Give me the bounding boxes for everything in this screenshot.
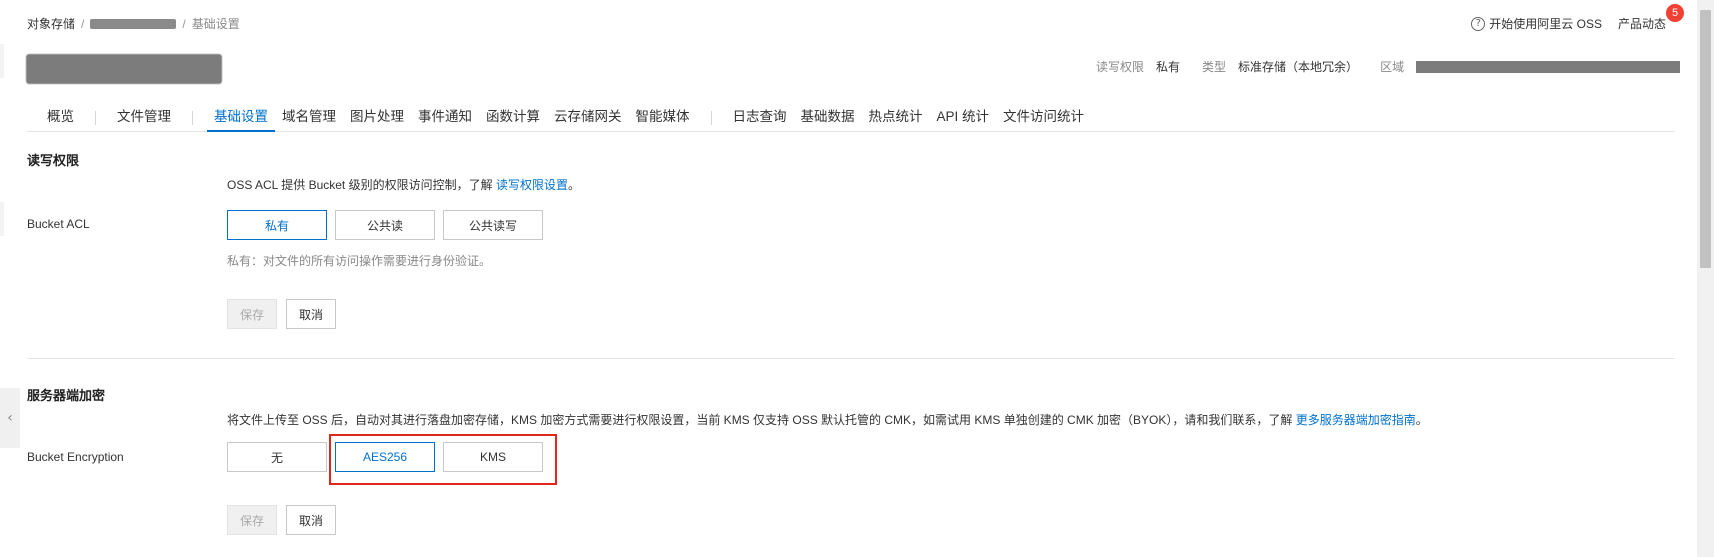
notification-badge: 5 bbox=[1666, 4, 1684, 22]
left-edge-marker bbox=[0, 44, 4, 78]
section-divider bbox=[27, 358, 1675, 359]
region-meta-value-redacted bbox=[1416, 60, 1681, 73]
bucket-meta: 读写权限 私有 类型 标准存储（本地冗余） 区域 bbox=[1096, 58, 1681, 75]
encryption-description: 将文件上传至 OSS 后，自动对其进行落盘加密存储，KMS 加密方式需要进行权限… bbox=[227, 411, 1428, 428]
encryption-section-title: 服务器端加密 bbox=[27, 388, 106, 403]
breadcrumb: 对象存储 / / 基础设置 bbox=[27, 15, 240, 32]
breadcrumb-separator: / bbox=[81, 16, 85, 31]
acl-actions: 保存 取消 bbox=[227, 299, 336, 329]
tab-divider bbox=[95, 111, 96, 125]
tab-file-management[interactable]: 文件管理 bbox=[110, 106, 178, 132]
top-links: ? 开始使用阿里云 OSS 产品动态 5 bbox=[1471, 4, 1684, 32]
tab-basic-settings[interactable]: 基础设置 bbox=[207, 106, 275, 132]
tab-function-compute[interactable]: 函数计算 bbox=[479, 106, 547, 132]
tab-storage-gateway[interactable]: 云存储网关 bbox=[547, 106, 629, 132]
acl-section-title: 读写权限 bbox=[27, 153, 80, 168]
encryption-option-none[interactable]: 无 bbox=[227, 442, 327, 472]
encryption-description-text: 将文件上传至 OSS 后，自动对其进行落盘加密存储，KMS 加密方式需要进行权限… bbox=[227, 413, 1296, 427]
encryption-actions: 保存 取消 bbox=[227, 505, 336, 535]
bucket-name-redacted bbox=[26, 54, 222, 84]
breadcrumb-separator: / bbox=[182, 16, 186, 31]
annotation-highlight-box bbox=[329, 434, 557, 485]
acl-description-suffix: 。 bbox=[567, 178, 580, 192]
acl-option-private[interactable]: 私有 bbox=[227, 210, 327, 240]
scrollbar-thumb[interactable] bbox=[1700, 10, 1711, 268]
acl-settings-link[interactable]: 读写权限设置 bbox=[496, 178, 568, 192]
chevron-left-icon: ‹ bbox=[7, 410, 13, 426]
help-icon: ? bbox=[1471, 16, 1486, 31]
getting-started-label: 开始使用阿里云 OSS bbox=[1489, 17, 1602, 31]
tab-overview[interactable]: 概览 bbox=[40, 106, 81, 132]
left-edge-marker bbox=[0, 202, 4, 236]
getting-started-link[interactable]: ? 开始使用阿里云 OSS bbox=[1471, 15, 1602, 32]
tab-domain-management[interactable]: 域名管理 bbox=[275, 106, 343, 132]
product-news-link[interactable]: 产品动态 5 bbox=[1617, 4, 1684, 32]
acl-meta-value: 私有 bbox=[1156, 60, 1181, 74]
tab-event-notification[interactable]: 事件通知 bbox=[411, 106, 479, 132]
bucket-acl-options: 私有 公共读 公共读写 bbox=[227, 210, 543, 240]
tab-log-query[interactable]: 日志查询 bbox=[726, 106, 794, 132]
bucket-tabs: 概览 文件管理 基础设置 域名管理 图片处理 事件通知 函数计算 云存储网关 智… bbox=[27, 106, 1675, 132]
tab-file-access-stats[interactable]: 文件访问统计 bbox=[996, 106, 1091, 132]
encryption-save-button[interactable]: 保存 bbox=[227, 505, 277, 535]
type-meta-label: 类型 bbox=[1202, 60, 1227, 74]
acl-cancel-button[interactable]: 取消 bbox=[286, 299, 336, 329]
acl-meta-label: 读写权限 bbox=[1096, 60, 1145, 74]
tab-basic-data[interactable]: 基础数据 bbox=[794, 106, 862, 132]
product-news-label: 产品动态 bbox=[1617, 17, 1666, 31]
acl-save-button[interactable]: 保存 bbox=[227, 299, 277, 329]
tab-intelligent-media[interactable]: 智能媒体 bbox=[629, 106, 697, 132]
sidebar-collapse-handle[interactable]: ‹ bbox=[0, 388, 20, 448]
bucket-encryption-label: Bucket Encryption bbox=[27, 450, 124, 464]
acl-option-public-read[interactable]: 公共读 bbox=[335, 210, 435, 240]
region-meta-label: 区域 bbox=[1380, 60, 1405, 74]
tab-api-stats[interactable]: API 统计 bbox=[930, 106, 997, 132]
encryption-cancel-button[interactable]: 取消 bbox=[286, 505, 336, 535]
acl-description-text: OSS ACL 提供 Bucket 级别的权限访问控制，了解 bbox=[227, 178, 496, 192]
type-meta-value: 标准存储（本地冗余） bbox=[1238, 60, 1359, 74]
tab-divider bbox=[192, 111, 193, 125]
acl-hint: 私有：对文件的所有访问操作需要进行身份验证。 bbox=[227, 254, 492, 268]
breadcrumb-current: 基础设置 bbox=[191, 17, 240, 31]
tab-image-processing[interactable]: 图片处理 bbox=[343, 106, 411, 132]
tab-hotspot-stats[interactable]: 热点统计 bbox=[862, 106, 930, 132]
top-bar: 对象存储 / / 基础设置 ? 开始使用阿里云 OSS 产品动态 5 bbox=[0, 0, 1714, 46]
acl-description: OSS ACL 提供 Bucket 级别的权限访问控制，了解 读写权限设置。 bbox=[227, 176, 580, 193]
encryption-guide-link[interactable]: 更多服务器端加密指南 bbox=[1296, 413, 1416, 427]
breadcrumb-bucket-redacted[interactable] bbox=[90, 18, 177, 29]
tab-divider bbox=[710, 111, 712, 125]
encryption-description-suffix: 。 bbox=[1415, 413, 1428, 427]
acl-option-public-read-write[interactable]: 公共读写 bbox=[443, 210, 543, 240]
breadcrumb-root[interactable]: 对象存储 bbox=[27, 15, 75, 32]
bucket-acl-label: Bucket ACL bbox=[27, 217, 90, 231]
